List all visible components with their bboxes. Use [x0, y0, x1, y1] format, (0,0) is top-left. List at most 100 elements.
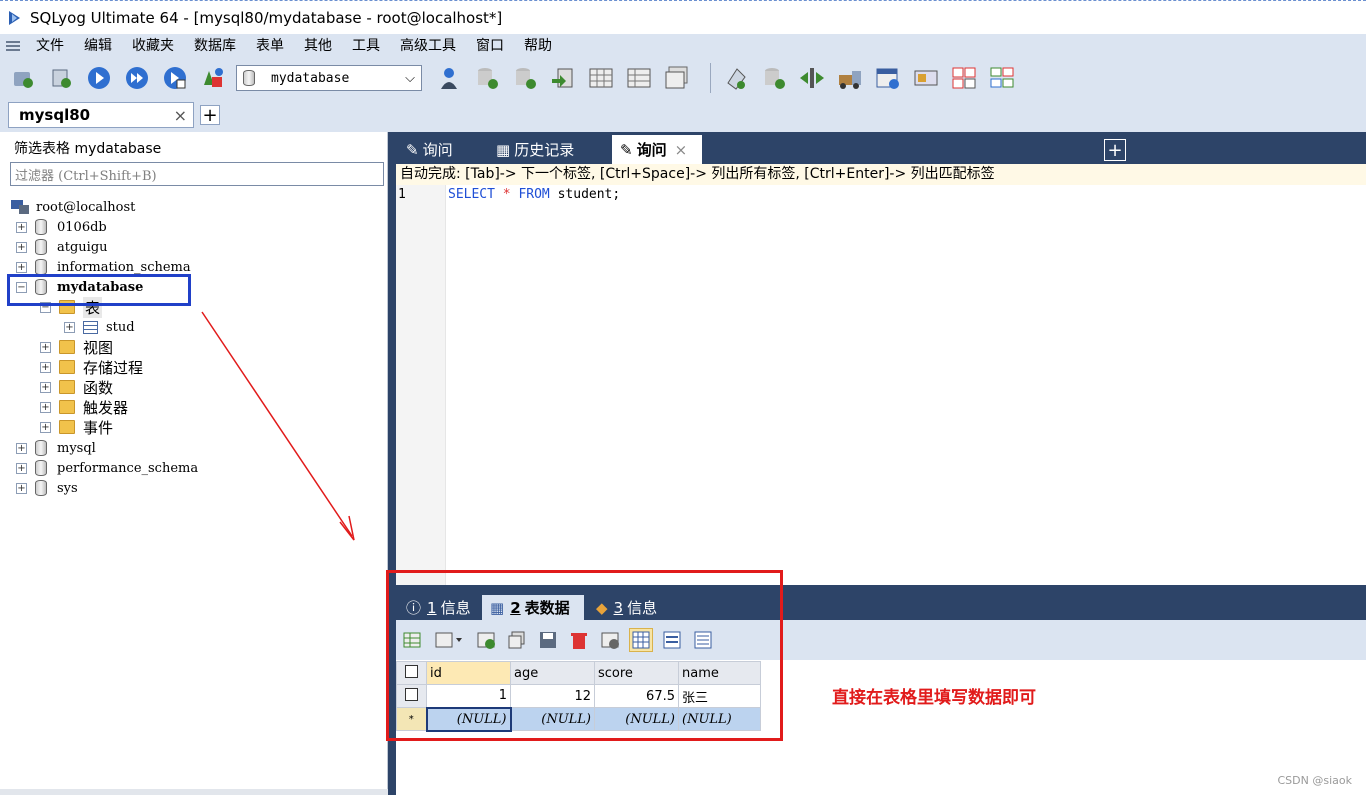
add-connection-button[interactable]: + — [200, 105, 220, 126]
database-select[interactable]: mydatabase ⌵ — [236, 65, 422, 91]
annotation-highlight-mydatabase — [7, 274, 191, 306]
tree-folder-label: 函数 — [83, 378, 114, 397]
tree-folder-label: 存储过程 — [83, 358, 144, 377]
database-icon — [35, 219, 47, 235]
tree-folder-events[interactable]: + 事件 — [40, 417, 113, 437]
chevron-down-icon: ⌵ — [405, 70, 415, 86]
close-icon[interactable]: × — [174, 106, 187, 125]
expand-icon[interactable]: + — [16, 442, 27, 454]
expand-icon[interactable]: + — [16, 221, 27, 233]
tree-db-performance-schema[interactable]: + performance_schema — [16, 458, 198, 478]
title-bar: SQLyog Ultimate 64 - [mysql80/mydatabase… — [0, 0, 1366, 34]
schema-designer-icon[interactable] — [198, 63, 228, 93]
annotation-highlight-results — [386, 570, 783, 741]
connection-tab-mysql80[interactable]: mysql80 × — [8, 102, 194, 128]
tree-table-stud[interactable]: + stud — [64, 317, 135, 337]
expand-icon[interactable]: + — [64, 321, 75, 333]
expand-icon[interactable]: + — [40, 421, 51, 433]
scheduled-jobs-icon[interactable] — [873, 63, 903, 93]
query-icon: ✎ — [620, 140, 633, 159]
user-manager-icon[interactable] — [434, 63, 464, 93]
folder-icon — [59, 340, 75, 354]
menu-edit[interactable]: 编辑 — [74, 34, 122, 58]
sync-icon[interactable] — [721, 63, 751, 93]
menu-other[interactable]: 其他 — [294, 34, 342, 58]
query-icon: ✎ — [406, 140, 419, 159]
menu-favorites[interactable]: 收藏夹 — [122, 34, 184, 58]
server-icon — [11, 200, 29, 214]
tree-folder-triggers[interactable]: + 触发器 — [40, 397, 128, 417]
expand-icon[interactable]: + — [40, 341, 51, 353]
sql-editor[interactable]: 1 SELECT * FROM student; — [396, 185, 1366, 585]
line-number: 1 — [398, 187, 406, 202]
backup-database-icon[interactable] — [472, 63, 502, 93]
sql-star: * — [502, 187, 511, 202]
expand-icon[interactable]: + — [40, 361, 51, 373]
compare-icon[interactable] — [797, 63, 827, 93]
sql-code[interactable]: SELECT * FROM student; — [448, 187, 620, 202]
add-query-tab-button[interactable]: + — [1104, 139, 1126, 161]
database-icon — [35, 460, 47, 476]
execute-edit-icon[interactable] — [160, 63, 190, 93]
import-icon[interactable] — [548, 63, 578, 93]
close-icon[interactable]: × — [675, 141, 688, 159]
filter-input[interactable]: 过滤器 (Ctrl+Shift+B) — [10, 162, 384, 186]
table-data-icon[interactable] — [586, 63, 616, 93]
annotation-hint-text: 直接在表格里填写数据即可 — [832, 688, 1036, 708]
schema-sync-icon[interactable] — [759, 63, 789, 93]
database-select-value: mydatabase — [271, 70, 350, 86]
expand-icon[interactable]: + — [40, 381, 51, 393]
schema-designer-grid-icon[interactable] — [987, 63, 1017, 93]
tree-folder-label: 事件 — [83, 418, 114, 437]
expand-icon[interactable]: + — [16, 261, 27, 273]
window-title: SQLyog Ultimate 64 - [mysql80/mydatabase… — [30, 8, 503, 27]
tree-root-connection[interactable]: root@localhost — [10, 197, 135, 217]
expand-icon[interactable]: + — [40, 401, 51, 413]
tree-root-label: root@localhost — [36, 199, 136, 215]
menu-help[interactable]: 帮助 — [514, 34, 562, 58]
tree-db-sys[interactable]: + sys — [16, 478, 78, 498]
folder-icon — [59, 380, 75, 394]
table-grid-icon[interactable] — [624, 63, 654, 93]
sql-identifier: student; — [557, 187, 621, 202]
expand-icon[interactable]: + — [16, 241, 27, 253]
tree-db-label: performance_schema — [57, 460, 199, 476]
menu-table[interactable]: 表单 — [246, 34, 294, 58]
query-builder-icon[interactable] — [949, 63, 979, 93]
tree-db-atguigu[interactable]: + atguigu — [16, 237, 108, 257]
new-connection-icon[interactable] — [8, 63, 38, 93]
tab-query-active[interactable]: ✎ 询问 × — [612, 135, 702, 164]
watermark: CSDN @siaok — [1277, 774, 1353, 787]
tree-db-0106db[interactable]: + 0106db — [16, 217, 107, 237]
database-icon — [35, 259, 47, 275]
tree-folder-procedures[interactable]: + 存储过程 — [40, 357, 143, 377]
connection-tab-label: mysql80 — [19, 106, 91, 124]
execute-all-icon[interactable] — [122, 63, 152, 93]
folder-icon — [59, 400, 75, 414]
tab-query-1[interactable]: ✎ 询问 — [398, 135, 484, 164]
tree-folder-functions[interactable]: + 函数 — [40, 377, 113, 397]
tree-db-mysql[interactable]: + mysql — [16, 438, 96, 458]
new-query-icon[interactable] — [46, 63, 76, 93]
tree-folder-views[interactable]: + 视图 — [40, 337, 113, 357]
menu-advanced-tools[interactable]: 高级工具 — [390, 34, 466, 58]
expand-icon[interactable]: + — [16, 462, 27, 474]
execute-query-icon[interactable] — [84, 63, 114, 93]
left-panel-scrollbar[interactable] — [0, 789, 388, 795]
tab-history[interactable]: ▦ 历史记录 — [488, 135, 606, 164]
restore-database-icon[interactable] — [510, 63, 540, 93]
menu-database[interactable]: 数据库 — [184, 34, 246, 58]
editor-tab-bar: ✎ 询问 ▦ 历史记录 ✎ 询问 × + — [396, 132, 1366, 164]
tree-db-label: sys — [57, 480, 78, 496]
object-browser: 筛选表格 mydatabase 过滤器 (Ctrl+Shift+B) root@… — [0, 132, 388, 795]
folder-icon — [59, 360, 75, 374]
menu-window[interactable]: 窗口 — [466, 34, 514, 58]
data-migration-icon[interactable] — [835, 63, 865, 93]
expand-icon[interactable]: + — [16, 482, 27, 494]
menu-bar: 文件 编辑 收藏夹 数据库 表单 其他 工具 高级工具 窗口 帮助 — [0, 34, 1366, 58]
menu-tools[interactable]: 工具 — [342, 34, 390, 58]
copy-table-icon[interactable] — [662, 63, 692, 93]
database-icon — [243, 70, 255, 86]
notification-icon[interactable] — [911, 63, 941, 93]
menu-file[interactable]: 文件 — [26, 34, 74, 58]
